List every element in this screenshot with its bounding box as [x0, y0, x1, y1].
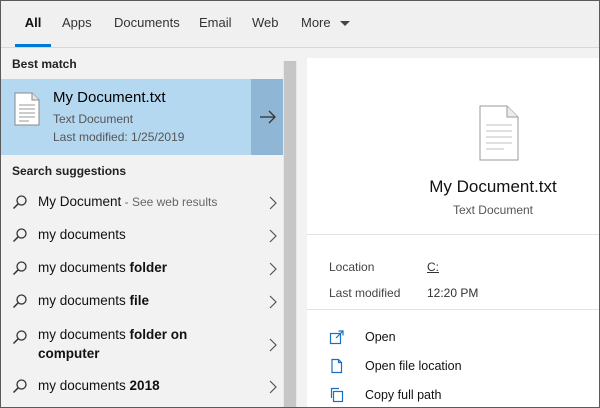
open-action[interactable]: Open: [329, 326, 589, 350]
tab-apps-label: Apps: [62, 15, 92, 30]
last-modified-label: Last modified: [329, 286, 401, 300]
search-icon: [12, 261, 27, 276]
suggestion-item[interactable]: my documents 2018: [1, 370, 283, 403]
chevron-right-icon: [269, 262, 277, 276]
copy-full-path-action[interactable]: Copy full path: [329, 384, 589, 407]
preview-type: Text Document: [452, 203, 534, 217]
chevron-right-icon: [269, 338, 277, 352]
text-document-icon: [479, 105, 519, 161]
results-pane: Best match My Document.txt Text Document…: [1, 48, 297, 407]
search-icon: [12, 294, 27, 309]
divider: [307, 309, 599, 310]
chevron-right-icon: [269, 229, 277, 243]
chevron-right-icon: [269, 380, 277, 394]
active-tab-indicator: [15, 44, 51, 47]
open-icon: [329, 330, 344, 345]
best-match-modified: Last modified: 1/25/2019: [53, 130, 185, 144]
last-modified-value: 12:20 PM: [427, 286, 479, 300]
suggestion-text: my documents 2018: [38, 378, 160, 393]
location-link[interactable]: C:: [427, 260, 439, 274]
search-suggestions-heading: Search suggestions: [12, 164, 127, 178]
best-match-heading: Best match: [12, 57, 77, 71]
tab-email[interactable]: Email: [199, 1, 232, 47]
tab-all-label: All: [24, 15, 42, 30]
open-file-location-action[interactable]: Open file location: [329, 355, 589, 379]
tab-web-label: Web: [252, 15, 279, 30]
tab-all[interactable]: All: [15, 1, 51, 47]
open-action-label: Open: [365, 330, 396, 344]
tab-apps[interactable]: Apps: [62, 1, 92, 47]
tab-documents-label: Documents: [114, 15, 180, 30]
preview-title: My Document.txt: [429, 177, 557, 196]
scrollbar-thumb[interactable]: [284, 61, 296, 407]
suggestion-text: my documents folder on computer: [38, 327, 188, 361]
suggestion-item[interactable]: my documents file: [1, 285, 283, 318]
suggestion-text: My Document - See web results: [38, 194, 218, 209]
preview-card: My Document.txt Text Document Location C…: [307, 58, 599, 407]
copy-full-path-label: Copy full path: [365, 388, 442, 402]
suggestion-item[interactable]: My Document - See web results: [1, 186, 283, 219]
search-window: All Apps Documents Email Web More Best m…: [0, 0, 600, 408]
copy-path-icon: [330, 387, 344, 403]
divider: [307, 234, 599, 235]
chevron-right-icon: [269, 196, 277, 210]
text-document-icon: [14, 92, 40, 126]
chevron-right-icon: [269, 295, 277, 309]
suggestion-item[interactable]: my documents: [1, 219, 283, 252]
search-icon: [12, 330, 27, 345]
arrow-right-icon: [260, 110, 276, 124]
search-icon: [12, 379, 27, 394]
best-match-type: Text Document: [53, 112, 134, 126]
results-scrollbar[interactable]: [283, 61, 297, 407]
open-file-location-label: Open file location: [365, 359, 462, 373]
preview-pane: My Document.txt Text Document Location C…: [297, 48, 599, 407]
search-icon: [12, 195, 27, 210]
suggestion-item[interactable]: my documents folder on computer: [1, 321, 283, 369]
suggestion-item[interactable]: my documents folder: [1, 252, 283, 285]
tab-more[interactable]: More: [301, 1, 351, 47]
suggestion-text: my documents file: [38, 293, 150, 308]
suggestion-text: my documents: [38, 227, 126, 242]
tab-email-label: Email: [199, 15, 232, 30]
tab-more-label: More: [301, 15, 331, 30]
best-match-result[interactable]: My Document.txt Text Document Last modif…: [1, 79, 251, 155]
best-match-title: My Document.txt: [53, 89, 166, 106]
tab-documents[interactable]: Documents: [114, 1, 180, 47]
suggestion-hint: - See web results: [121, 195, 218, 209]
tab-web[interactable]: Web: [252, 1, 279, 47]
chevron-down-icon: [340, 21, 351, 27]
filter-tab-bar: All Apps Documents Email Web More: [1, 1, 599, 48]
search-icon: [12, 228, 27, 243]
suggestion-text: my documents folder: [38, 260, 168, 275]
open-preview-button[interactable]: [251, 79, 283, 155]
file-location-icon: [331, 358, 343, 374]
location-label: Location: [329, 260, 375, 274]
